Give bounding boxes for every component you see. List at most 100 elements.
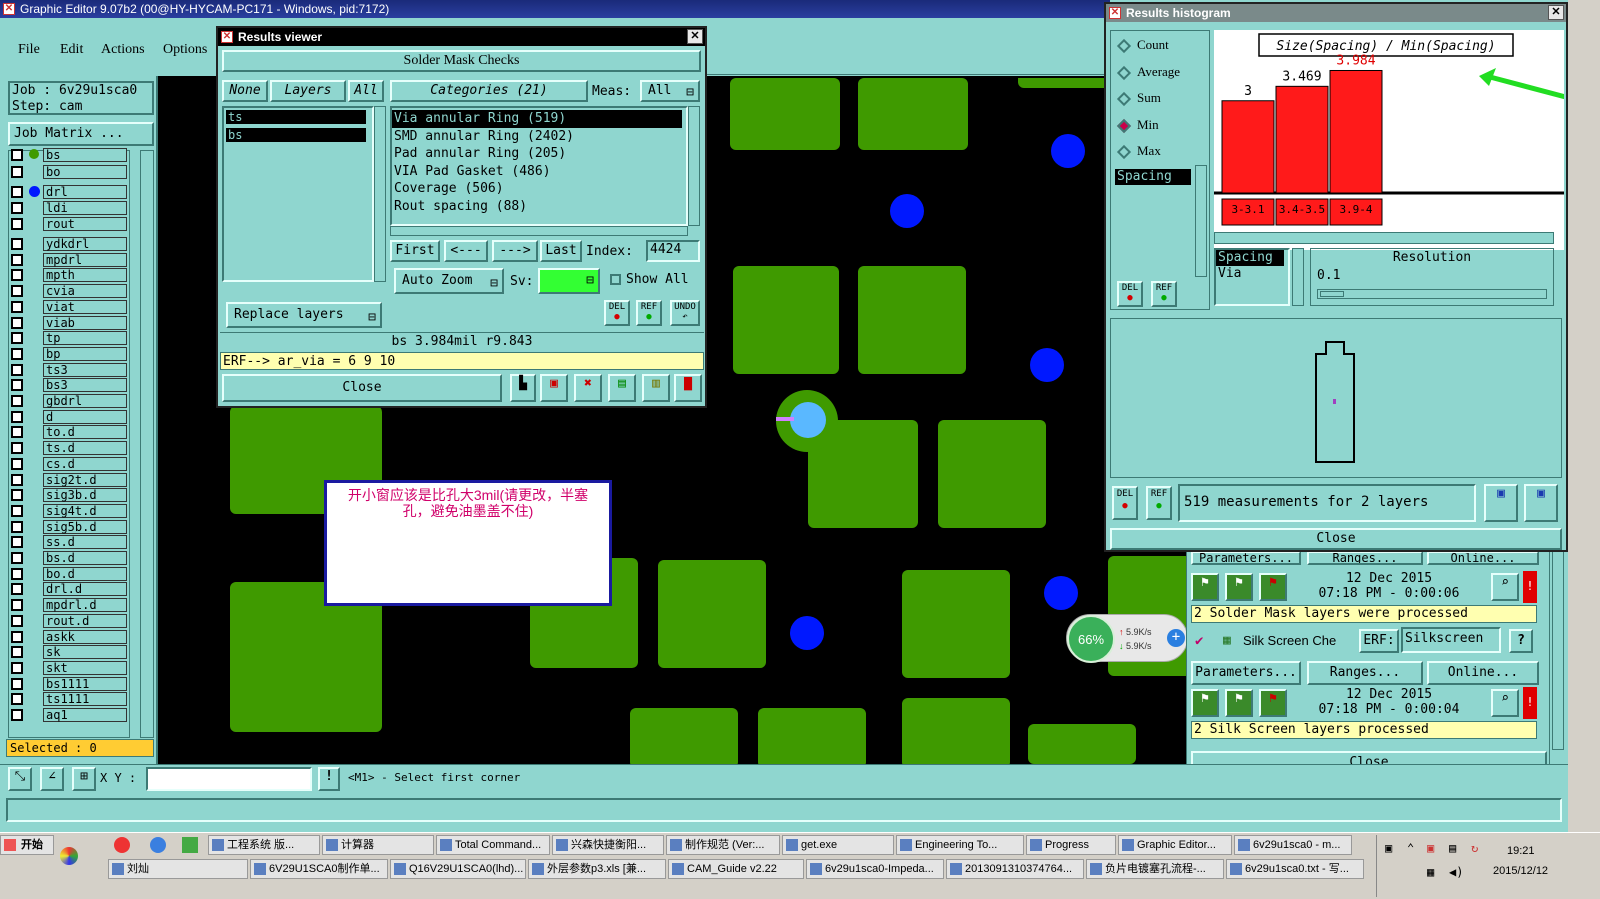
layer-row[interactable]: gbdrl	[11, 394, 127, 408]
stat-option[interactable]: Min	[1111, 117, 1211, 137]
run-icon[interactable]: ⚑	[1225, 573, 1253, 601]
histogram-bar[interactable]	[1275, 85, 1329, 194]
layer-list-scrollbar[interactable]	[140, 150, 154, 738]
run-icon[interactable]: ⚑	[1191, 573, 1219, 601]
results-close-button[interactable]: Close	[222, 374, 502, 402]
layer-row[interactable]: mpdrl	[11, 252, 127, 267]
taskbar-item[interactable]: 工程系统 版...	[208, 835, 320, 855]
layer-checkbox[interactable]	[11, 379, 23, 392]
layer-checkbox[interactable]	[11, 504, 23, 517]
ref-button[interactable]: REF ●	[636, 300, 662, 326]
layer-row[interactable]: sk	[11, 645, 127, 660]
radio-icon[interactable]	[1116, 65, 1132, 80]
categories-scrollbar[interactable]	[688, 106, 700, 226]
category-item[interactable]: Rout spacing (88)	[392, 198, 682, 216]
taskbar-item[interactable]: 6V29U1SCA0制作单...	[250, 859, 388, 879]
layer-row[interactable]: ts1111	[11, 692, 127, 707]
layer-checkbox[interactable]	[11, 426, 23, 439]
preview-del-button[interactable]: DEL ●	[1112, 486, 1138, 520]
del-button[interactable]: DEL ●	[604, 300, 630, 326]
layer-row-bo[interactable]: bo	[11, 165, 127, 179]
stat-option[interactable]: Count	[1111, 37, 1211, 57]
tray-icon[interactable]: ▣	[1385, 841, 1392, 855]
measure-icon[interactable]: ∠	[40, 767, 64, 791]
erf-value-field[interactable]: Silkscreen	[1401, 627, 1501, 653]
menu-file[interactable]: File	[18, 42, 40, 58]
layer-row[interactable]: sig5b.d	[11, 519, 127, 534]
sv-color-dropdown[interactable]: ⊟	[538, 268, 600, 294]
replace-layers-dropdown[interactable]: Replace layers ⊟	[226, 302, 382, 328]
net-speed-widget[interactable]: 66% ↑ 5.9K/s ↓ 5.9K/s +	[1066, 614, 1188, 663]
layer-checkbox[interactable]	[11, 269, 23, 282]
last-button[interactable]: Last	[540, 240, 582, 262]
sm-ranges-button[interactable]: Ranges...	[1307, 551, 1423, 565]
stat-option[interactable]: Average	[1111, 64, 1211, 84]
taskbar-item[interactable]: get.exe	[782, 835, 894, 855]
grid-icon[interactable]: ⊞	[72, 767, 96, 791]
layer-row[interactable]: sig2t.d	[11, 472, 127, 487]
checklist-scrollbar[interactable]	[1552, 550, 1564, 750]
histogram-close-button[interactable]: Close	[1110, 528, 1562, 550]
taskbar-item[interactable]: 6v29u1sca0-Impeda...	[806, 859, 944, 879]
layer-row[interactable]: sig4t.d	[11, 503, 127, 518]
auto-zoom-dropdown[interactable]: Auto Zoom ⊟	[394, 268, 504, 294]
radio-icon[interactable]	[1116, 118, 1132, 133]
layer-checkbox[interactable]	[11, 583, 23, 596]
layer-row[interactable]: bs1111	[11, 676, 127, 691]
preview-ref-button[interactable]: REF ●	[1146, 486, 1172, 520]
layer-checkbox[interactable]	[11, 552, 23, 564]
chart-hscrollbar[interactable]	[1214, 232, 1554, 244]
layer-row[interactable]: askk	[11, 629, 127, 644]
layer-checkbox[interactable]	[11, 285, 23, 298]
layer-row[interactable]: d	[11, 409, 127, 424]
taskbar-item[interactable]: Engineering To...	[896, 835, 1024, 855]
app-icon[interactable]	[182, 837, 198, 853]
taskbar-item[interactable]: Total Command...	[436, 835, 550, 855]
radio-icon[interactable]	[1116, 38, 1132, 54]
ss-online-button[interactable]: Online...	[1427, 661, 1539, 685]
windows-logo-icon[interactable]	[60, 847, 78, 865]
plus-icon[interactable]: +	[1167, 629, 1185, 647]
layer-row[interactable]: ts3	[11, 362, 127, 377]
layer-row[interactable]: to.d	[11, 425, 127, 440]
zoom-icon[interactable]: ⌕	[1491, 689, 1519, 717]
layer-row-bs[interactable]: bs	[11, 148, 127, 165]
layer-row[interactable]: mpdrl.d	[11, 598, 127, 613]
layer-checkbox[interactable]	[11, 536, 23, 549]
tool-icon-1[interactable]: ▙	[510, 374, 536, 402]
layer-checkbox[interactable]	[11, 520, 23, 533]
taskbar-item[interactable]: Q16V29U1SCA0(lhd)...	[390, 859, 526, 879]
none-button[interactable]: None	[222, 80, 268, 102]
histogram-bar[interactable]	[1329, 69, 1383, 194]
categories-hscrollbar[interactable]	[390, 226, 688, 236]
hist-ref-button[interactable]: REF ●	[1151, 281, 1177, 307]
layers-button[interactable]: Layers	[270, 80, 346, 102]
layer-row[interactable]: bs.d	[11, 551, 127, 565]
layer-row-ldi[interactable]: ldi	[11, 201, 127, 215]
layer-results-scrollbar[interactable]	[374, 106, 386, 282]
hist-del-button[interactable]: DEL ●	[1117, 281, 1143, 307]
layer-row[interactable]: sig3b.d	[11, 488, 127, 503]
radio-icon[interactable]	[1116, 144, 1132, 160]
layer-row[interactable]: tp	[11, 331, 127, 346]
layer-row[interactable]: ss.d	[11, 535, 127, 550]
layer-row[interactable]: ts.d	[11, 441, 127, 456]
histogram-close-x[interactable]: ✕	[1548, 5, 1564, 20]
run-icon[interactable]: ⚑	[1259, 689, 1287, 717]
ss-parameters-button[interactable]: Parameters...	[1191, 661, 1301, 685]
taskbar-item[interactable]: Progress	[1026, 835, 1116, 855]
first-button[interactable]: First	[390, 240, 440, 262]
layer-checkbox[interactable]	[11, 693, 23, 706]
clock-date[interactable]: 2015/12/12	[1493, 865, 1548, 877]
radio-icon[interactable]	[1116, 91, 1132, 107]
run-icon[interactable]: ⚑	[1191, 689, 1219, 717]
layer-checkbox[interactable]	[11, 567, 23, 580]
layer-checkbox[interactable]	[11, 661, 23, 674]
layer-checkbox[interactable]	[11, 442, 23, 455]
run-icon[interactable]: ⚑	[1259, 573, 1287, 601]
layer-checkbox[interactable]	[11, 489, 23, 502]
tool-icon-3[interactable]: ✖	[574, 374, 602, 402]
spacing-via-list[interactable]: Spacing Via	[1214, 248, 1290, 306]
layer-row[interactable]: aq1	[11, 708, 127, 722]
category-item[interactable]: Coverage (506)	[392, 180, 682, 198]
